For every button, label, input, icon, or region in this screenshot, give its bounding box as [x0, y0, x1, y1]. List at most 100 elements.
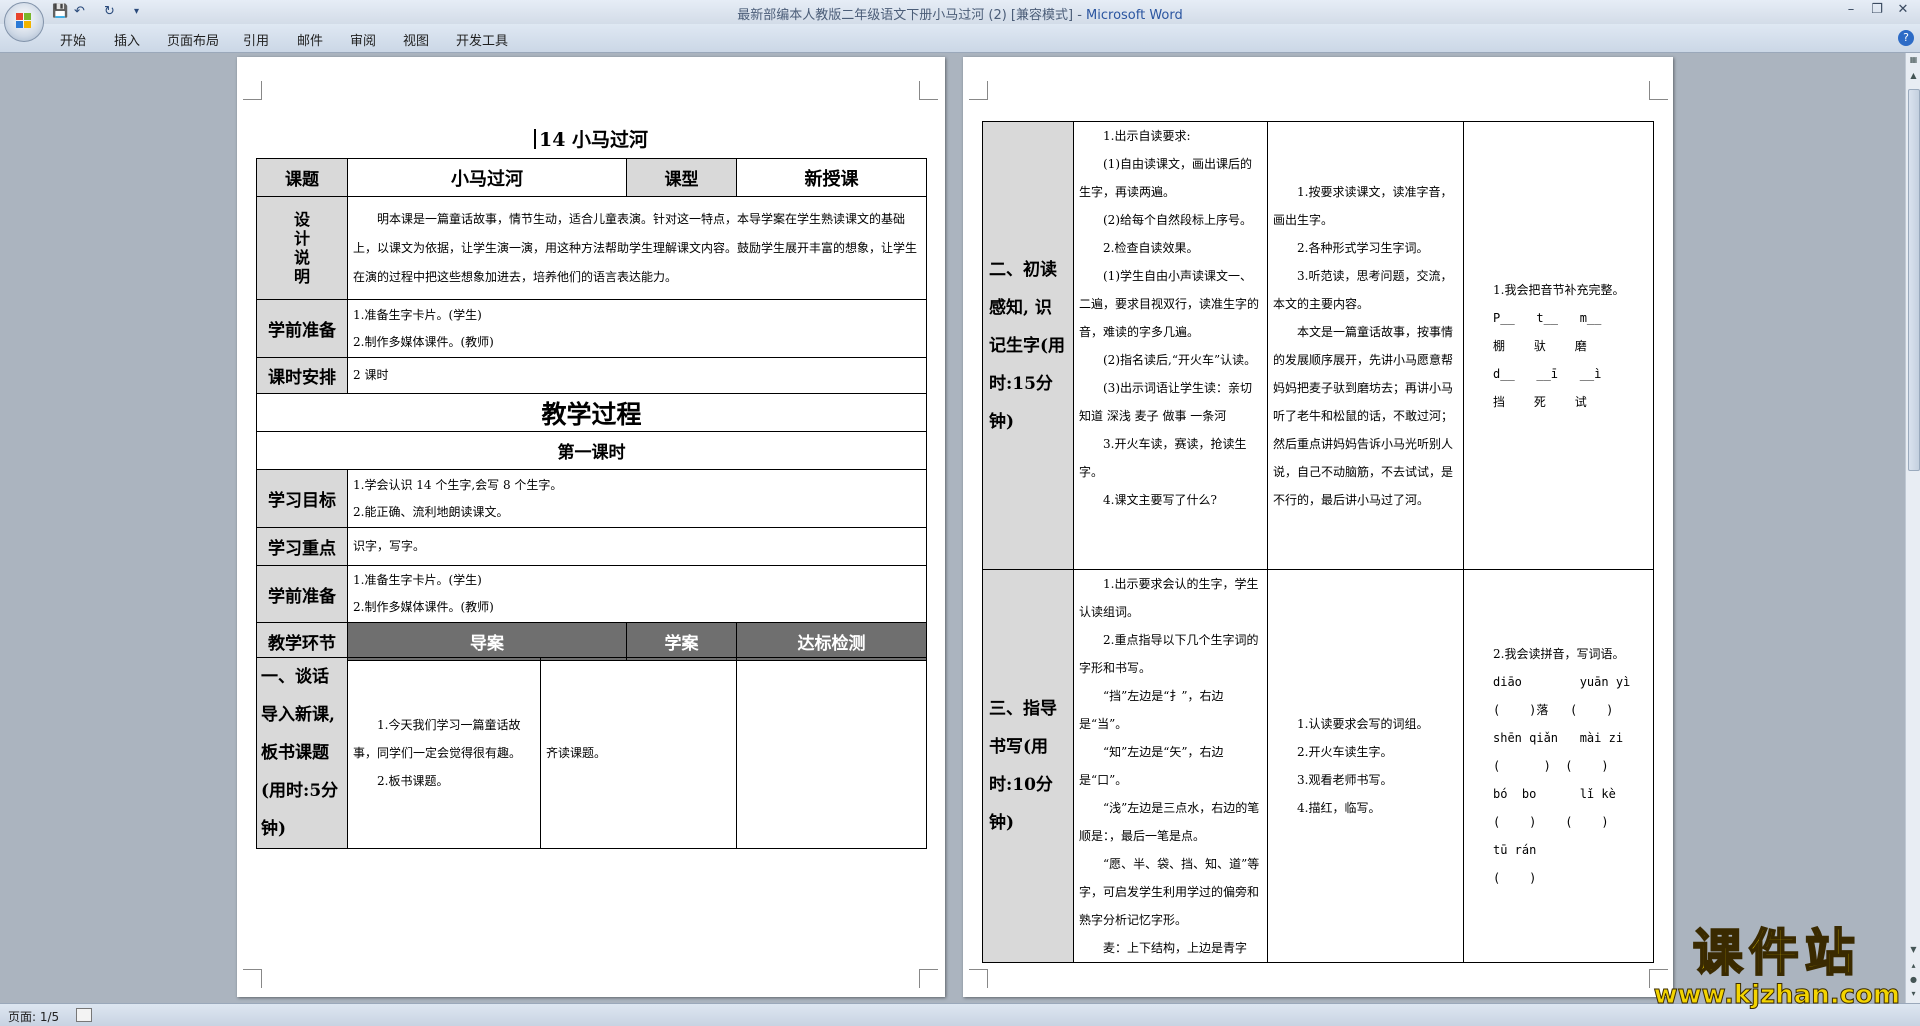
topic-value[interactable]: 小马过河 — [347, 158, 627, 197]
restore-icon[interactable]: ❐ — [1864, 1, 1890, 19]
scroll-down-icon[interactable]: ▼ — [1906, 943, 1920, 957]
vertical-scrollbar[interactable]: ▦ ▲ ▼ ▴ ● ▾ — [1905, 53, 1920, 1003]
stage2-check-line: 挡 死 试 — [1493, 394, 1587, 409]
time-label: 课时安排 — [256, 357, 348, 394]
previous-page-icon[interactable]: ▴ — [1906, 959, 1920, 973]
stage2-check-line: 1.我会把音节补充完整。 — [1493, 282, 1625, 297]
tab-page-layout[interactable]: 页面布局 — [167, 30, 219, 49]
goal-cell[interactable]: 1.学会认识 14 个生字,会写 8 个生字。 2.能正确、流利地朗读课文。 — [347, 469, 927, 528]
prep-label: 学前准备 — [256, 299, 348, 358]
type-label: 课型 — [626, 158, 737, 197]
stage3-study-line: 4.描红，临写。 — [1297, 801, 1381, 815]
crop-mark — [243, 969, 262, 988]
document-area: 14 小马过河 课题 小马过河 课型 新授课 设计说明 明本课是一篇童话故事，情… — [0, 53, 1905, 1003]
tab-insert[interactable]: 插入 — [114, 30, 140, 49]
stage2-check-line: d__ __ī __ì — [1493, 366, 1602, 381]
document-title[interactable]: 14 小马过河 — [237, 125, 945, 152]
stage2-guide-cell[interactable]: 1.出示自读要求: (1)自由读课文，画出课后的生字，再读两遍。 (2)给每个自… — [1073, 121, 1268, 570]
stage1-table: 一、谈话导入新课, 板书课题(用时:5分钟) 1.今天我们学习一篇童话故事，同学… — [256, 657, 927, 849]
stage1-guide-line: 1.今天我们学习一篇童话故事，同学们一定会觉得很有趣。 — [353, 718, 522, 760]
stage3-guide-line: 2.重点指导以下几个生字词的字形和书写。 — [1079, 633, 1259, 675]
stage2-study-line: 本文是一篇童话故事，按事情的发展顺序展开，先讲小马愿意帮妈妈把麦子驮到磨坊去；再… — [1273, 324, 1454, 507]
stage-label: 教学环节 — [256, 622, 348, 661]
time-cell[interactable]: 2 课时 — [347, 357, 927, 394]
stage2-check-line: 棚 驮 磨 — [1493, 338, 1587, 353]
prep-line: 2.制作多媒体课件。(教师) — [353, 334, 494, 349]
process-title[interactable]: 教学过程 — [256, 393, 927, 432]
minimize-icon[interactable]: – — [1838, 1, 1864, 19]
document-name: 最新部编本人教版二年级语文下册小马过河 (2) [兼容模式] — [737, 8, 1074, 23]
page-indicator[interactable]: 页面: 1/5 — [8, 1008, 59, 1025]
help-icon[interactable]: ? — [1898, 30, 1914, 46]
stage1-check-cell[interactable] — [736, 657, 927, 849]
prep2-cell[interactable]: 1.准备生字卡片。(学生) 2.制作多媒体课件。(教师) — [347, 565, 927, 623]
browse-object-icon[interactable]: ● — [1906, 973, 1920, 987]
stage2-study-cell[interactable]: 1.按要求读课文，读准字音，画出生字。 2.各种形式学习生字词。 3.听范读，思… — [1267, 121, 1464, 570]
stage2-check-cell[interactable]: 1.我会把音节补充完整。 P__ t__ m__ 棚 驮 磨 d__ __ī _… — [1463, 121, 1654, 570]
tab-review[interactable]: 审阅 — [350, 30, 376, 49]
scroll-up-icon[interactable]: ▲ — [1906, 69, 1920, 83]
goal-label: 学习目标 — [256, 469, 348, 528]
tab-references[interactable]: 引用 — [243, 30, 269, 49]
crop-mark — [969, 969, 988, 988]
title-bar: 💾 ↶ ↻ ▾ 最新部编本人教版二年级语文下册小马过河 (2) [兼容模式] -… — [0, 0, 1920, 42]
time-value: 2 课时 — [353, 368, 389, 382]
stage3-study-cell[interactable]: 1.认读要求会写的词组。 2.开火车读生字。 3.观看老师书写。 4.描红，临写… — [1267, 569, 1464, 963]
stage3-check-line: ( ) — [1493, 871, 1537, 885]
focus-cell[interactable]: 识字，写字。 — [347, 527, 927, 566]
stage2-guide-line: 2.检查自读效果。 — [1103, 241, 1199, 255]
stage2-study-line: 2.各种形式学习生字词。 — [1297, 240, 1429, 255]
stage3-guide-line: 麦：上下结构，上边是青字 — [1103, 941, 1248, 955]
topic-label: 课题 — [256, 158, 348, 197]
page-2: 二、初读感知, 识记生字(用时:15分钟) 1.出示自读要求: (1)自由读课文… — [963, 57, 1673, 997]
crop-mark — [243, 81, 262, 100]
office-button[interactable] — [4, 2, 44, 42]
crop-mark — [969, 81, 988, 100]
tab-home[interactable]: 开始 — [60, 30, 86, 49]
stage3-check-line: bó bo lǐ kè — [1493, 787, 1616, 801]
stage3-check-line: 2.我会读拼音，写词语。 — [1493, 647, 1625, 661]
next-page-icon[interactable]: ▾ — [1906, 987, 1920, 1001]
stage2-check-line: P__ t__ m__ — [1493, 310, 1602, 325]
design-text: 明本课是一篇童话故事，情节生动，适合儿童表演。针对这一特点，本导学案在学生熟读课… — [353, 211, 918, 284]
stage2-guide-line: (2)给每个自然段标上序号。 — [1103, 213, 1252, 227]
design-label-cell: 设计说明 — [256, 196, 348, 300]
scroll-thumb[interactable] — [1908, 89, 1920, 471]
stage2-study-line: 1.按要求读课文，读准字音，画出生字。 — [1273, 184, 1453, 227]
window-title: 最新部编本人教版二年级语文下册小马过河 (2) [兼容模式] - Microso… — [0, 4, 1920, 23]
stage3-label: 三、指导书写(用时:10分钟) — [989, 699, 1057, 833]
stage-table-continued: 二、初读感知, 识记生字(用时:15分钟) 1.出示自读要求: (1)自由读课文… — [982, 121, 1654, 963]
close-icon[interactable]: ✕ — [1890, 1, 1916, 19]
office-logo-icon — [16, 13, 32, 29]
stage3-check-line: diāo yuān yì — [1493, 675, 1631, 689]
goal-line: 1.学会认识 14 个生字,会写 8 个生字。 — [353, 477, 563, 492]
ruler-toggle-icon[interactable]: ▦ — [1906, 53, 1920, 67]
stage1-study-cell[interactable]: 齐读课题。 — [540, 657, 737, 849]
prep2-label: 学前准备 — [256, 565, 348, 623]
tab-developer[interactable]: 开发工具 — [456, 30, 508, 49]
prep-line: 1.准备生字卡片。(学生) — [353, 307, 482, 322]
tab-mailings[interactable]: 邮件 — [297, 30, 323, 49]
stage3-guide-line: “挡”左边是“扌”，右边是“当”。 — [1079, 689, 1224, 731]
crop-mark — [919, 81, 938, 100]
lesson-title[interactable]: 第一课时 — [256, 431, 927, 470]
prep2-line: 1.准备生字卡片。(学生) — [353, 573, 482, 587]
col-check-header: 达标检测 — [736, 622, 927, 661]
proofing-icon[interactable] — [76, 1008, 92, 1022]
tab-view[interactable]: 视图 — [403, 30, 429, 49]
text-cursor — [533, 129, 536, 149]
stage3-guide-cell[interactable]: 1.出示要求会认的生字，学生认读组词。 2.重点指导以下几个生字词的字形和书写。… — [1073, 569, 1268, 963]
stage3-study-line: 3.观看老师书写。 — [1297, 773, 1393, 787]
prep-cell[interactable]: 1.准备生字卡片。(学生) 2.制作多媒体课件。(教师) — [347, 299, 927, 358]
crop-mark — [919, 969, 938, 988]
stage1-guide-cell[interactable]: 1.今天我们学习一篇童话故事，同学们一定会觉得很有趣。 2.板书课题。 — [347, 657, 541, 849]
stage3-label-cell: 三、指导书写(用时:10分钟) — [982, 569, 1074, 963]
stage3-check-cell[interactable]: 2.我会读拼音，写词语。 diāo yuān yì ( )落 ( ) shēn … — [1463, 569, 1654, 963]
prep2-line: 2.制作多媒体课件。(教师) — [353, 600, 494, 614]
watermark-url: www.kjzhan.com — [1653, 980, 1900, 1010]
app-name: Microsoft Word — [1086, 8, 1183, 23]
design-cell[interactable]: 明本课是一篇童话故事，情节生动，适合儿童表演。针对这一特点，本导学案在学生熟读课… — [347, 196, 927, 300]
stage3-guide-line: 1.出示要求会认的生字，学生认读组词。 — [1079, 577, 1259, 619]
title-separator: - — [1073, 8, 1087, 23]
type-value[interactable]: 新授课 — [736, 158, 927, 197]
